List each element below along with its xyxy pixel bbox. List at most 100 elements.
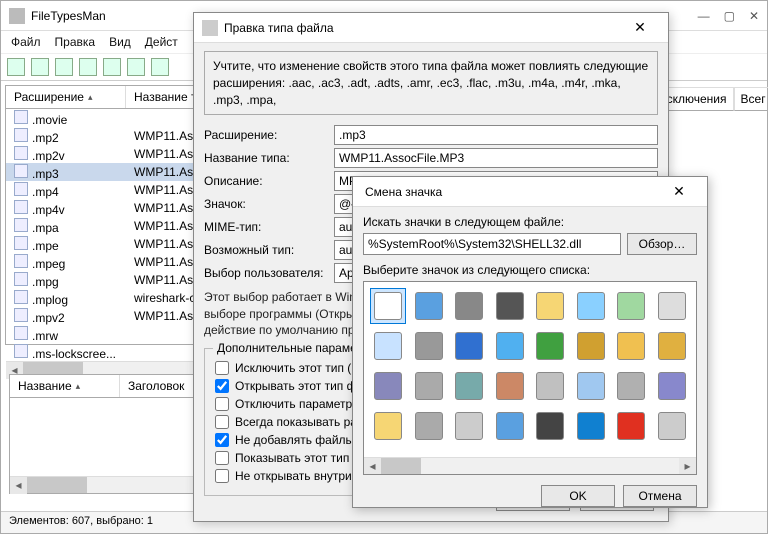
drive2-icon[interactable]	[411, 368, 447, 404]
hdd-icon[interactable]	[411, 328, 447, 364]
checkbox-1[interactable]	[215, 379, 229, 393]
iconlist-label: Выберите значок из следующего списка:	[363, 263, 697, 277]
ext-cell: .mp4v	[32, 203, 65, 217]
file-icon	[14, 308, 28, 322]
file-icon	[14, 326, 28, 340]
folder-net-icon[interactable]	[654, 328, 690, 364]
ext-cell: .mp2	[32, 131, 59, 145]
dialog2-body: Искать значки в следующем файле: Обзор… …	[353, 207, 707, 515]
ext-cell: .mplog	[32, 293, 68, 307]
folder-search-icon[interactable]	[613, 328, 649, 364]
menu-edit[interactable]: Правка	[55, 35, 96, 49]
desc-label: Описание:	[204, 174, 334, 188]
checkbox-0[interactable]	[215, 361, 229, 375]
app-icon	[9, 8, 25, 24]
monitor-icon[interactable]	[411, 288, 447, 324]
ext-cell: .mp3	[32, 167, 59, 181]
dialog2-titlebar: Смена значка ✕	[353, 177, 707, 207]
toolbar-btn-6[interactable]	[127, 58, 145, 76]
chart-icon[interactable]	[532, 328, 568, 364]
col-always[interactable]: Всег	[734, 87, 768, 111]
apps-icon[interactable]	[532, 408, 568, 444]
recycle-icon[interactable]	[654, 288, 690, 324]
toolbar-btn-2[interactable]	[31, 58, 49, 76]
close-button[interactable]: ✕	[749, 9, 759, 23]
file-icon	[14, 200, 28, 214]
scroll-thumb[interactable]	[381, 458, 421, 474]
drive3-icon[interactable]	[411, 408, 447, 444]
ext-cell: .mpv2	[32, 311, 65, 325]
dialog1-title: Правка типа файла	[224, 21, 620, 35]
monitor2-icon[interactable]	[492, 408, 528, 444]
folder-y-icon[interactable]	[370, 408, 406, 444]
typename-input[interactable]	[334, 148, 658, 168]
search-icon[interactable]	[573, 368, 609, 404]
iconfile-label: Искать значки в следующем файле:	[363, 215, 697, 229]
grid-icon[interactable]	[532, 368, 568, 404]
checkbox-3[interactable]	[215, 415, 229, 429]
checkbox-6[interactable]	[215, 469, 229, 483]
icon-label: Значок:	[204, 197, 334, 211]
scroll-left-arrow[interactable]: ◂	[10, 477, 27, 494]
toolbar-btn-1[interactable]	[7, 58, 25, 76]
checkbox-4[interactable]	[215, 433, 229, 447]
window-icon[interactable]	[573, 288, 609, 324]
menu-view[interactable]: Вид	[109, 35, 131, 49]
window2-icon[interactable]	[613, 288, 649, 324]
curve-icon[interactable]	[654, 368, 690, 404]
col-action-name[interactable]: Название ▴	[10, 375, 120, 397]
disc-icon[interactable]	[451, 408, 487, 444]
minimize-button[interactable]: —	[698, 9, 710, 23]
file-icon	[14, 164, 28, 178]
checkbox-2[interactable]	[215, 397, 229, 411]
scroll-thumb[interactable]	[27, 477, 87, 493]
iconfile-input[interactable]	[363, 233, 621, 255]
globe-icon[interactable]	[451, 328, 487, 364]
affected-extensions-note: Учтите, что изменение свойств этого типа…	[204, 51, 658, 115]
list-icon[interactable]	[370, 328, 406, 364]
folder-icon[interactable]	[532, 288, 568, 324]
icon-list[interactable]: ◂ ▸	[363, 281, 697, 475]
scroll-right-arrow[interactable]: ▸	[679, 458, 696, 475]
dialog2-close-button[interactable]: ✕	[659, 183, 699, 200]
maximize-button[interactable]: ▢	[724, 9, 735, 23]
screen-icon[interactable]	[492, 328, 528, 364]
chip-icon[interactable]	[492, 288, 528, 324]
dialog1-icon	[202, 20, 218, 36]
power-icon[interactable]	[613, 408, 649, 444]
toolbar-btn-7[interactable]	[151, 58, 169, 76]
iconlist-hscroll[interactable]: ◂ ▸	[364, 457, 696, 474]
file-icon	[14, 218, 28, 232]
ext-input[interactable]	[334, 125, 658, 145]
checkbox-5[interactable]	[215, 451, 229, 465]
floppy-icon[interactable]	[370, 368, 406, 404]
dialog2-buttons: OK Отмена	[363, 485, 697, 507]
drive-icon[interactable]	[451, 288, 487, 324]
printer-icon[interactable]	[492, 368, 528, 404]
trash-icon[interactable]	[654, 408, 690, 444]
ext-cell: .mrw	[32, 329, 58, 343]
sort-arrow-icon: ▴	[76, 381, 81, 392]
toolbar-btn-3[interactable]	[55, 58, 73, 76]
dialog1-close-button[interactable]: ✕	[620, 19, 660, 36]
toolbar-btn-5[interactable]	[103, 58, 121, 76]
menu-file[interactable]: Файл	[11, 35, 41, 49]
mime-label: MIME-тип:	[204, 220, 334, 234]
scroll-left-arrow[interactable]: ◂	[364, 458, 381, 475]
dialog2-cancel-button[interactable]: Отмена	[623, 485, 697, 507]
browse-button[interactable]: Обзор…	[627, 233, 697, 255]
ext-cell: .ms-lockscree...	[32, 347, 116, 361]
file-icon	[14, 290, 28, 304]
help-icon[interactable]	[573, 408, 609, 444]
file-icon	[14, 146, 28, 160]
userchoice-label: Выбор пользователя:	[204, 266, 334, 280]
file-icon	[14, 344, 28, 358]
dialog2-ok-button[interactable]: OK	[541, 485, 615, 507]
col-extension[interactable]: Расширение ▴	[6, 86, 126, 108]
printer2-icon[interactable]	[613, 368, 649, 404]
toolbar-btn-4[interactable]	[79, 58, 97, 76]
menu-actions[interactable]: Дейст	[145, 35, 178, 49]
net-drive-icon[interactable]	[451, 368, 487, 404]
lock-icon[interactable]	[573, 328, 609, 364]
document-icon[interactable]	[370, 288, 406, 324]
